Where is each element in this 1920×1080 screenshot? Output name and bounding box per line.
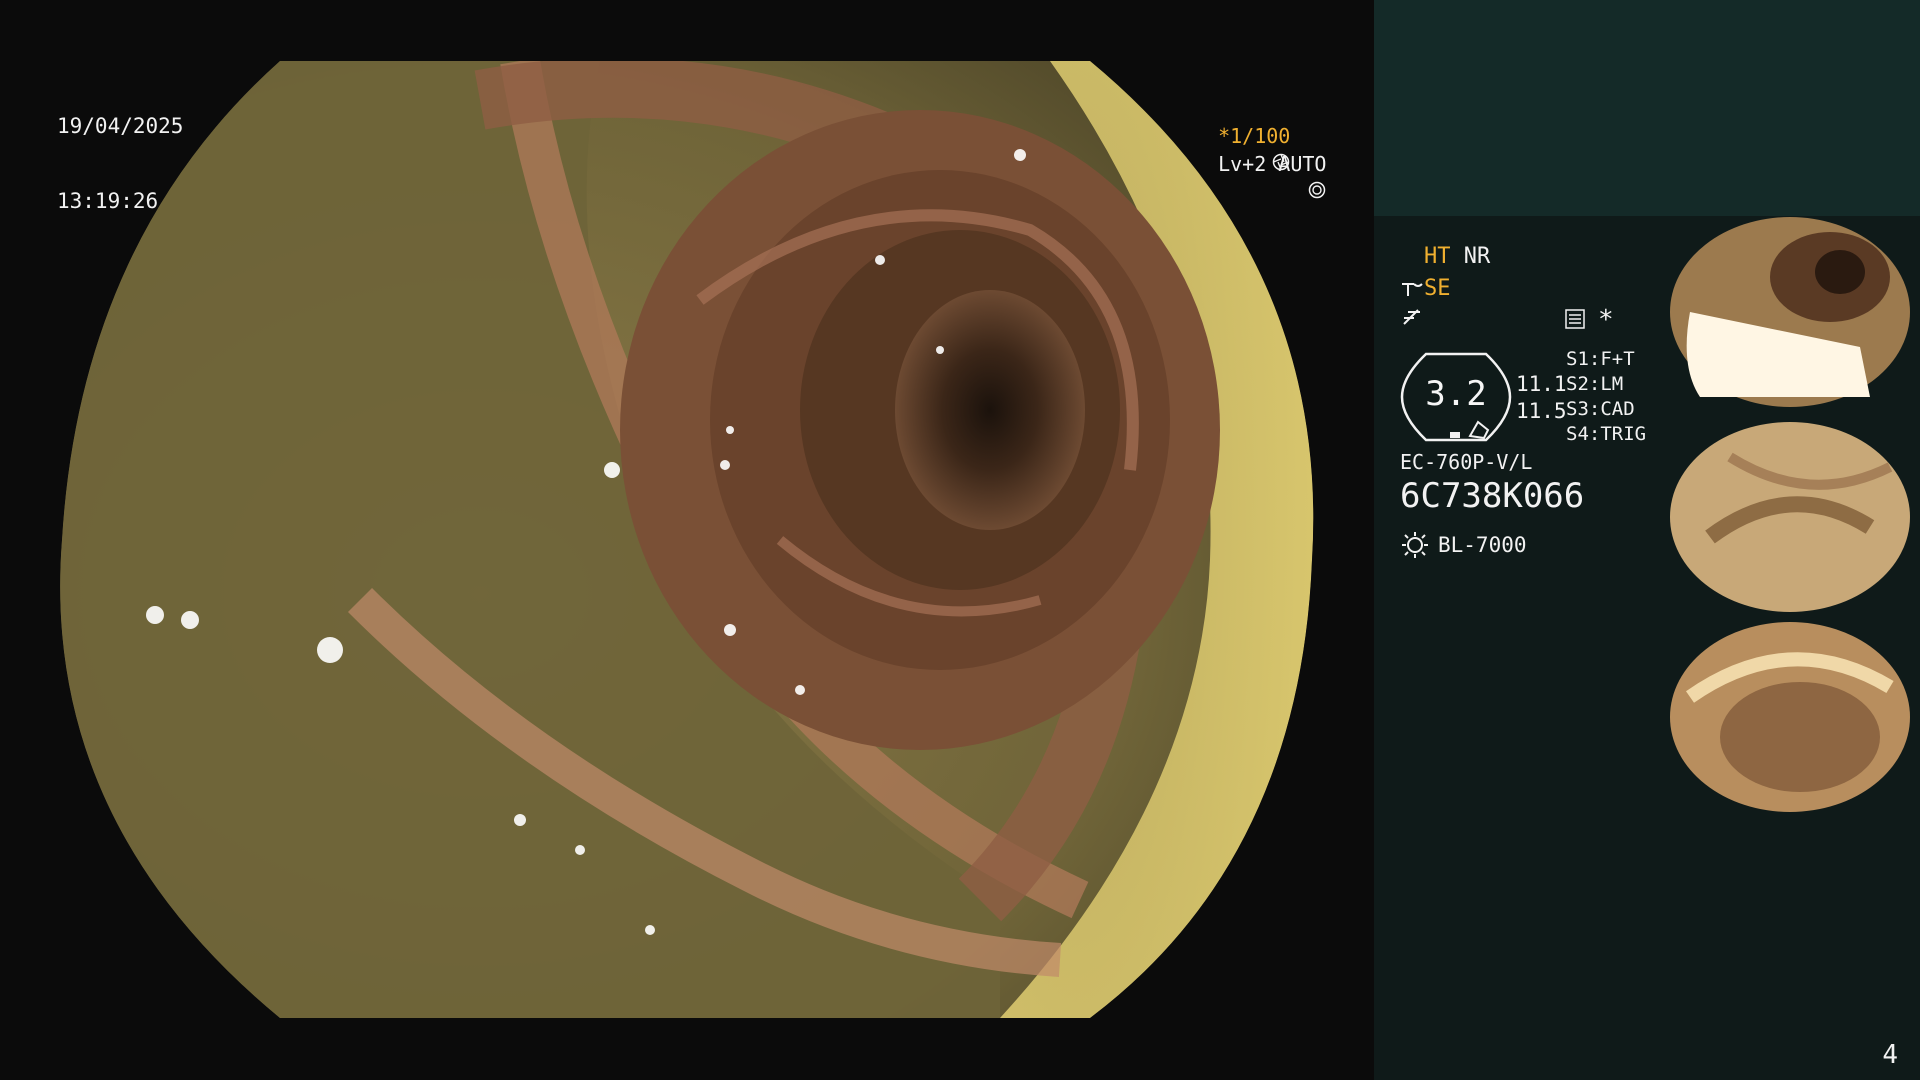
light-source-model: BL-7000 <box>1438 533 1527 557</box>
endoscope-live-view <box>0 0 1373 1080</box>
switch-s2: S2:LM <box>1566 373 1624 395</box>
value-a: 11.1 <box>1516 372 1567 396</box>
se-label: SE <box>1424 276 1451 301</box>
thumbnail-3-image <box>1670 617 1920 817</box>
switch-s4: S4:TRIG <box>1566 423 1647 445</box>
datetime-readout: 19/04/2025 13:19:26 <box>57 64 183 239</box>
time-text: 13:19:26 <box>57 189 159 213</box>
scope-serial: 6C738K066 <box>1400 476 1585 516</box>
light-source-icon <box>1402 532 1428 558</box>
ht-label: HT <box>1424 244 1451 269</box>
asterisk-indicator: * <box>1598 305 1614 335</box>
thumbnail-1-image <box>1670 217 1920 417</box>
page-number: 4 <box>1882 1040 1898 1070</box>
level-text: Lv+2 AUTO <box>1218 152 1327 176</box>
date-text: 19/04/2025 <box>57 114 184 138</box>
thumbnail-2-image <box>1670 417 1920 617</box>
value-b: 11.5 <box>1516 399 1567 423</box>
structure-enhance-icon <box>1402 283 1423 296</box>
nr-label: NR <box>1463 244 1491 269</box>
scope-model: EC-760P-V/L <box>1400 450 1533 474</box>
panel-header-area <box>1374 0 1920 216</box>
thumbnail-2[interactable] <box>1670 417 1920 617</box>
switch-s3: S3:CAD <box>1566 398 1635 420</box>
iris-icon <box>1309 181 1326 199</box>
menu-settings-icon <box>1565 309 1585 329</box>
hex-value: 3.2 <box>1425 374 1487 414</box>
switch-s1: S1:F+T <box>1566 348 1635 370</box>
ht-nr-indicator: HT NR <box>1424 244 1490 269</box>
brightness-level-readout: Lv+2 AUTO <box>1194 127 1326 202</box>
contrast-icon <box>1403 309 1420 325</box>
thumbnail-3[interactable] <box>1670 617 1920 817</box>
thumbnail-1[interactable] <box>1670 217 1920 417</box>
